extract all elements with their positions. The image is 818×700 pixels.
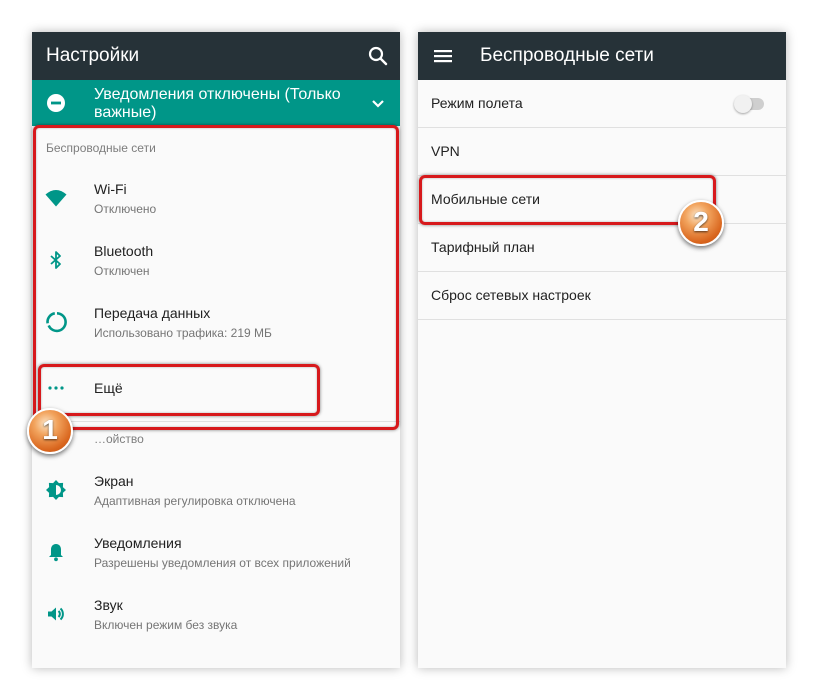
settings-item-more[interactable]: Ещё xyxy=(32,358,400,420)
settings-screen: Настройки Уведомления отключены (Только … xyxy=(32,32,400,668)
list-item-vpn[interactable]: VPN xyxy=(418,128,786,176)
more-icon xyxy=(44,376,68,400)
list-item-airplane-mode[interactable]: Режим полета xyxy=(418,80,786,128)
chevron-down-icon[interactable] xyxy=(366,91,390,115)
settings-item-title: Передача данных xyxy=(94,305,211,321)
settings-item-title: Экран xyxy=(94,473,134,489)
section-header-device: …ойство xyxy=(94,432,144,446)
dnd-banner-text: Уведомления отключены (Только важные) xyxy=(94,86,341,121)
data-usage-icon xyxy=(44,310,68,334)
list-item-label: Сброс сетевых настроек xyxy=(431,287,591,303)
list-item-mobile-networks[interactable]: Мобильные сети xyxy=(418,176,786,224)
settings-item-wifi[interactable]: Wi-Fi Отключено xyxy=(32,168,400,230)
settings-item-title: Wi-Fi xyxy=(94,181,127,197)
list-item-label: Мобильные сети xyxy=(431,191,540,207)
settings-app-bar: Настройки xyxy=(32,32,400,80)
settings-item-title: Звук xyxy=(94,597,123,613)
instruction-screenshot: Настройки Уведомления отключены (Только … xyxy=(0,0,818,700)
volume-icon xyxy=(44,602,68,626)
settings-item-title: Уведомления xyxy=(94,535,182,551)
section-divider xyxy=(38,421,400,422)
list-item-data-plan[interactable]: Тарифный план xyxy=(418,224,786,272)
settings-item-title: Ещё xyxy=(94,380,123,396)
settings-item-notifications[interactable]: Уведомления Разрешены уведомления от все… xyxy=(32,522,400,584)
settings-item-subtitle: Использовано трафика: 219 МБ xyxy=(94,326,272,340)
step-1-badge: 1 xyxy=(27,408,73,454)
airplane-mode-toggle[interactable] xyxy=(734,95,764,113)
settings-item-subtitle: Разрешены уведомления от всех приложений xyxy=(94,556,351,570)
settings-item-display[interactable]: Экран Адаптивная регулировка отключена xyxy=(32,460,400,522)
settings-item-data-usage[interactable]: Передача данных Использовано трафика: 21… xyxy=(32,292,400,354)
settings-item-title: Bluetooth xyxy=(94,243,154,259)
list-item-network-reset[interactable]: Сброс сетевых настроек xyxy=(418,272,786,320)
hamburger-menu-icon[interactable] xyxy=(431,44,455,68)
wifi-icon xyxy=(44,186,68,210)
brightness-icon xyxy=(44,478,68,502)
bluetooth-icon xyxy=(44,248,68,272)
step-2-badge: 2 xyxy=(678,200,724,246)
settings-item-subtitle: Адаптивная регулировка отключена xyxy=(94,494,296,508)
wireless-networks-screen: Беспроводные сети Режим полета VPN Мобил… xyxy=(418,32,786,668)
search-icon[interactable] xyxy=(366,44,390,68)
section-header-wireless: Беспроводные сети xyxy=(46,141,156,155)
list-item-label: Тарифный план xyxy=(431,239,535,255)
settings-item-subtitle: Отключено xyxy=(94,202,157,216)
settings-item-sound[interactable]: Звук Включен режим без звука xyxy=(32,584,400,646)
do-not-disturb-icon xyxy=(44,91,68,115)
bell-icon xyxy=(44,540,68,564)
settings-item-subtitle: Включен режим без звука xyxy=(94,618,238,632)
list-item-label: VPN xyxy=(431,143,460,159)
list-item-label: Режим полета xyxy=(431,95,523,111)
settings-item-bluetooth[interactable]: Bluetooth Отключен xyxy=(32,230,400,292)
settings-item-subtitle: Отключен xyxy=(94,264,150,278)
page-title: Беспроводные сети xyxy=(480,45,654,66)
dnd-banner[interactable]: Уведомления отключены (Только важные) xyxy=(32,80,400,126)
wireless-app-bar: Беспроводные сети xyxy=(418,32,786,80)
page-title: Настройки xyxy=(46,45,140,66)
toggle-thumb xyxy=(734,95,752,113)
